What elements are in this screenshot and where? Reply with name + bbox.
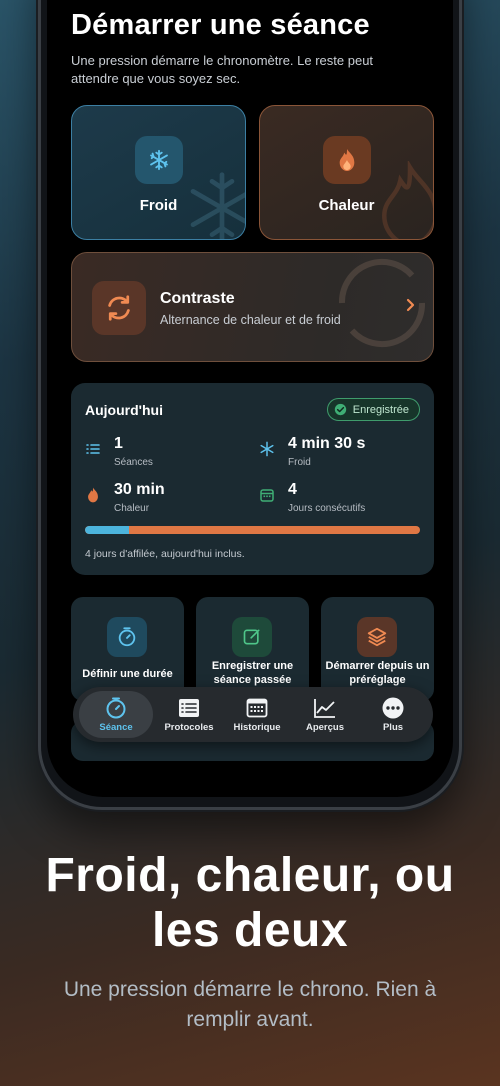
contrast-title: Contraste [160, 290, 235, 307]
tab-plus[interactable]: Plus [359, 687, 427, 742]
action-label: Enregistrer une séance passée [211, 660, 294, 686]
cold-heat-ratio-bar [85, 526, 420, 534]
action-set-duration[interactable]: Définir une durée [71, 597, 184, 701]
stat-label: Froid [288, 457, 311, 468]
stat-label: Jours consécutifs [288, 503, 366, 514]
chart-icon [314, 699, 335, 718]
streak-note: 4 jours d'affilée, aujourd'hui inclus. [85, 548, 245, 560]
tab-historique[interactable]: Historique [223, 687, 291, 742]
status-badge-label: Enregistrée [352, 403, 409, 416]
stat-value: 1 [114, 435, 123, 452]
tab-bar: Séance Protocoles Historique Aperçus Plu… [73, 687, 433, 742]
tab-protocoles[interactable]: Protocoles [155, 687, 223, 742]
tab-seance[interactable]: Séance [79, 691, 153, 738]
action-label: Démarrer depuis un préréglage [325, 660, 430, 686]
stat-value: 30 min [114, 481, 165, 498]
tab-label: Plus [382, 722, 404, 733]
chevron-right-icon [406, 298, 415, 312]
marketing-headline: Froid, chaleur, ou les deux [0, 848, 500, 958]
timer-icon [106, 697, 126, 719]
stat-label: Séances [114, 457, 153, 468]
tab-label: Séance [99, 722, 133, 733]
contrast-subtitle: Alternance de chaleur et de froid [160, 313, 341, 327]
tab-label: Protocoles [164, 722, 214, 733]
mode-tile-cold[interactable]: Froid [71, 105, 246, 240]
flame-icon [323, 136, 371, 184]
cycle-arrows-icon [92, 281, 146, 335]
cold-ratio-fill [85, 526, 129, 534]
headline-line-1: Froid, chaleur, ou [45, 849, 455, 902]
edit-icon [232, 617, 272, 657]
mode-tile-heat[interactable]: Chaleur [259, 105, 434, 240]
stat-value: 4 min 30 s [288, 435, 366, 452]
action-log-past-session[interactable]: Enregistrer une séance passée [196, 597, 309, 701]
app-screen: Démarrer une séance Une pression démarre… [47, 0, 453, 797]
tab-apercus[interactable]: Aperçus [291, 687, 359, 742]
cycle-watermark-icon [338, 258, 426, 348]
marketing-tagline: Une pression démarre le chrono. Rien à r… [63, 978, 437, 1031]
today-summary-card: Aujourd'hui Enregistrée 1 Séances 4 min … [71, 383, 434, 575]
action-label: Définir une durée [82, 668, 173, 680]
check-circle-icon [334, 403, 346, 416]
mode-label-heat: Chaleur [318, 197, 375, 214]
layers-icon [357, 617, 397, 657]
snowflake-icon [260, 441, 274, 457]
headline-line-2: les deux [151, 904, 349, 957]
tab-label: Historique [233, 722, 281, 733]
timer-icon [107, 617, 147, 657]
tab-label: Aperçus [305, 722, 344, 733]
stat-value: 4 [288, 481, 297, 498]
snowflake-icon [135, 136, 183, 184]
today-title: Aujourd'hui [85, 402, 163, 418]
phone-frame: Démarrer une séance Une pression démarre… [38, 0, 462, 810]
page-title: Démarrer une séance [71, 9, 370, 41]
status-badge: Enregistrée [326, 398, 420, 421]
action-start-from-preset[interactable]: Démarrer depuis un préréglage [321, 597, 434, 701]
more-icon [382, 697, 404, 719]
mode-tile-contrast[interactable]: Contraste Alternance de chaleur et de fr… [71, 252, 434, 362]
stat-label: Chaleur [114, 503, 150, 514]
mode-label-cold: Froid [139, 197, 178, 214]
page-subtitle: Une pression démarre le chronomètre. Le … [71, 53, 374, 86]
calendar-icon [260, 489, 274, 502]
list-icon [86, 444, 100, 454]
calendar-icon [246, 698, 268, 718]
list-icon [179, 699, 199, 717]
flame-icon [88, 487, 98, 503]
